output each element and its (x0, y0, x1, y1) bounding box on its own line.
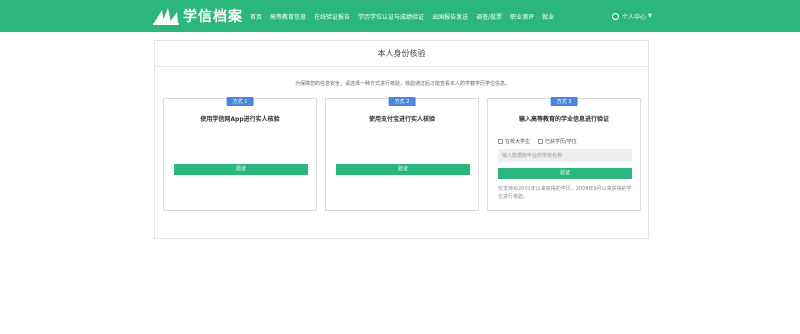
method-title: 输入高等教育的学业信息进行验证 (518, 116, 609, 123)
method-badge: 方式 1 (226, 97, 254, 106)
main-nav: 首页 高等教育信息 在线验证报告 学历学位认证与成绩验证 出国报告发送 调查/投… (250, 0, 562, 32)
method-badge: 方式 3 (550, 97, 578, 106)
user-menu[interactable]: 个人中心 ▼ (612, 0, 652, 32)
nav-item-online-verification-report[interactable]: 在线验证报告 (314, 12, 350, 21)
option-graduated[interactable]: 已获学历/学位 (538, 138, 577, 145)
verify-education-button[interactable]: 验证 (498, 168, 632, 179)
option-label: 已获学历/学位 (545, 139, 577, 145)
top-navigation-bar: 学信档案 首页 高等教育信息 在线验证报告 学历学位认证与成绩验证 出国报告发送… (0, 0, 800, 32)
security-notice: 为保障您的信息安全，请选择一种方式进行核验，核验通过后才能查看本人的学籍学历学位… (294, 81, 510, 87)
method-card-app: 方式 1 使用学信网App进行实人核验 验证 (163, 97, 317, 211)
nav-item-home[interactable]: 首页 (250, 12, 262, 21)
user-icon (612, 12, 619, 20)
brand-name: 学信档案 (183, 9, 243, 25)
nav-item-career-assessment[interactable]: 职业测评 (510, 12, 534, 21)
nav-item-employment[interactable]: 就业 (542, 12, 554, 21)
chevron-down-icon: ▼ (648, 13, 652, 19)
brand-logo[interactable]: 学信档案 (153, 6, 243, 26)
nav-item-overseas-report[interactable]: 出国报告发送 (432, 12, 468, 21)
nav-item-higher-education-info[interactable]: 高等教育信息 (270, 12, 306, 21)
option-current-student[interactable]: 在校大学生 (498, 138, 530, 145)
nav-item-survey[interactable]: 调查/投票 (476, 12, 502, 21)
nav-item-degree-certification[interactable]: 学历学位认证与成绩验证 (358, 12, 424, 21)
verify-alipay-button[interactable]: 验证 (336, 164, 470, 175)
option-label: 在校大学生 (505, 139, 531, 145)
book-logo-icon (153, 8, 179, 25)
verification-scope-note: 仅支持对2001年以来获得的学历，2008年9月以来获得的学位进行核验。 (498, 186, 632, 200)
method-card-education-info: 方式 3 输入高等教育的学业信息进行验证 在校大学生 已获学历/学位 验证 仅支… (487, 97, 641, 211)
method-card-alipay: 方式 2 使用支付宝进行实人核验 验证 (325, 97, 479, 211)
checkbox[interactable] (498, 139, 503, 144)
method-title: 使用支付宝进行实人核验 (368, 116, 435, 123)
student-type-options: 在校大学生 已获学历/学位 (498, 138, 585, 145)
identity-verification-panel: 本人身份核验 为保障您的信息安全，请选择一种方式进行核验，核验通过后才能查看本人… (154, 40, 649, 239)
method-title: 使用学信网App进行实人核验 (200, 116, 280, 123)
verify-app-button[interactable]: 验证 (174, 164, 308, 175)
page-title: 本人身份核验 (155, 41, 648, 67)
checkbox[interactable] (538, 139, 544, 144)
user-menu-label: 个人中心 (622, 13, 647, 21)
method-badge: 方式 2 (388, 97, 416, 106)
school-name-input[interactable] (498, 149, 632, 162)
